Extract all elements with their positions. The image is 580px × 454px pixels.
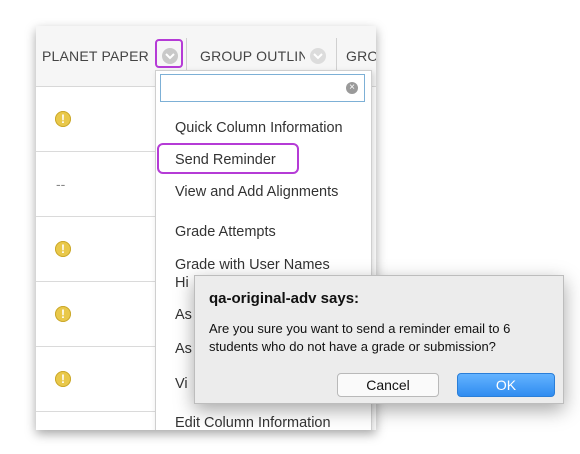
grade-column: ! -- ! ! ! -- (36, 87, 157, 430)
column-menu-chevron-icon[interactable] (310, 48, 326, 64)
column-header-label: GROUP OUTLIN (200, 48, 305, 64)
menu-search-input[interactable]: × (160, 74, 365, 102)
menu-item-edit-column-information[interactable]: Edit Column Information (175, 415, 331, 430)
column-divider (336, 38, 337, 74)
menu-item-assign[interactable]: As (175, 307, 192, 323)
table-row[interactable]: ! (36, 217, 156, 282)
column-divider (186, 38, 187, 74)
column-header-planet-paper[interactable]: PLANET PAPER (42, 26, 152, 86)
column-header-label: PLANET PAPER (42, 48, 149, 64)
table-row[interactable]: ! (36, 347, 156, 412)
menu-item-quick-column-information[interactable]: Quick Column Information (175, 120, 343, 136)
highlight-box-chevron (155, 39, 183, 68)
menu-item-grade-with-user-names[interactable]: Grade with User Names (175, 257, 330, 273)
needs-grading-icon[interactable]: ! (55, 371, 71, 387)
ok-button[interactable]: OK (457, 373, 555, 397)
confirm-dialog: qa-original-adv says: Are you sure you w… (194, 275, 564, 404)
empty-grade: -- (56, 176, 66, 192)
dialog-title: qa-original-adv says: (209, 290, 360, 307)
table-row[interactable]: ! (36, 87, 156, 152)
table-row[interactable]: ! (36, 282, 156, 347)
menu-item-grade-attempts[interactable]: Grade Attempts (175, 224, 276, 240)
needs-grading-icon[interactable]: ! (55, 111, 71, 127)
menu-item-view[interactable]: Vi (175, 376, 188, 392)
table-row[interactable]: -- (36, 152, 156, 217)
menu-item-hide[interactable]: Hi (175, 275, 189, 291)
table-row[interactable]: -- (36, 412, 156, 430)
needs-grading-icon[interactable]: ! (55, 241, 71, 257)
cancel-button[interactable]: Cancel (337, 373, 439, 397)
column-header-label: GRO (346, 48, 376, 64)
menu-item-assign-2[interactable]: As (175, 341, 192, 357)
clear-search-icon[interactable]: × (346, 82, 358, 94)
highlight-box-send-reminder (157, 143, 299, 174)
menu-item-view-add-alignments[interactable]: View and Add Alignments (175, 184, 338, 200)
needs-grading-icon[interactable]: ! (55, 306, 71, 322)
dialog-message: Are you sure you want to send a reminder… (209, 321, 511, 354)
